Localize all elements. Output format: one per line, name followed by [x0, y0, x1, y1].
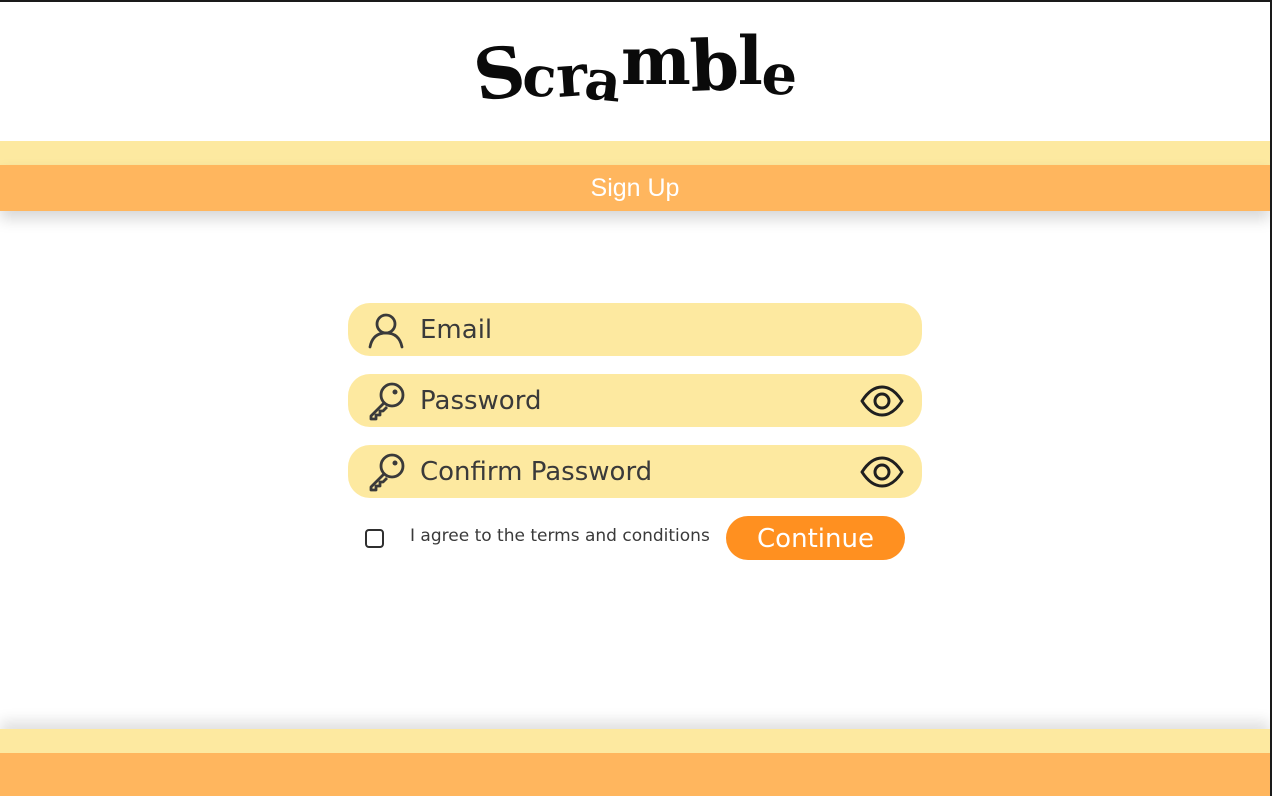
email-input[interactable] [420, 303, 840, 356]
password-field [348, 374, 922, 427]
key-icon [369, 453, 405, 492]
page-title-bar: Sign Up [0, 165, 1270, 211]
eye-icon[interactable] [860, 455, 904, 489]
password-input[interactable] [420, 374, 840, 427]
footer-accent-band [0, 729, 1270, 753]
email-field [348, 303, 922, 356]
signup-screen: Scramble Sign Up Email I agree to the te… [0, 0, 1272, 796]
confirm-password-field [348, 445, 922, 498]
footer-bar [0, 753, 1270, 796]
key-icon [369, 382, 405, 421]
terms-checkbox[interactable] [365, 529, 384, 548]
continue-button[interactable]: Continue [726, 516, 905, 560]
confirm-password-input[interactable] [420, 445, 840, 498]
header-accent-band [0, 141, 1270, 165]
page-title: Sign Up [590, 174, 680, 202]
user-icon [368, 313, 404, 349]
terms-label: I agree to the terms and conditions [410, 526, 710, 546]
logo: Scramble [468, 22, 799, 118]
eye-icon[interactable] [860, 384, 904, 418]
